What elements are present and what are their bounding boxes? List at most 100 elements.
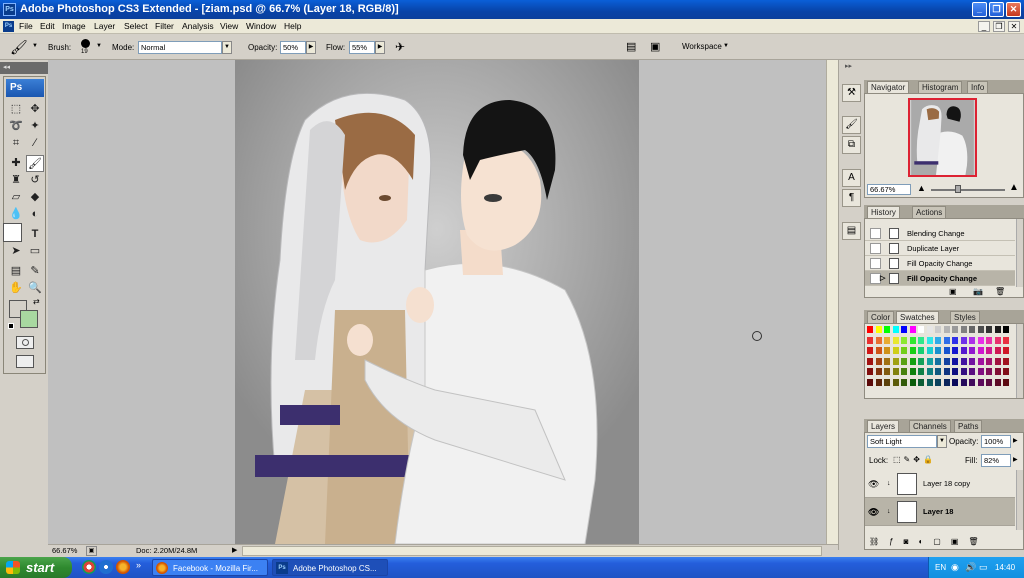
color-swatch[interactable] — [900, 367, 908, 376]
color-swatch[interactable] — [908, 335, 917, 345]
chrome-icon[interactable] — [82, 560, 96, 574]
menu-help[interactable]: Help — [284, 19, 301, 34]
color-swatch[interactable] — [891, 356, 900, 366]
color-swatch[interactable] — [985, 335, 993, 345]
color-swatch[interactable] — [883, 335, 891, 345]
tab-color[interactable]: Color — [867, 311, 895, 323]
color-swatch[interactable] — [1002, 377, 1010, 387]
color-swatch[interactable] — [1002, 367, 1010, 376]
color-swatch[interactable] — [874, 377, 883, 387]
lock-options-icons[interactable]: ⬚✎✥🔒 — [893, 455, 936, 464]
flow-slider-icon[interactable]: ▶ — [375, 41, 385, 54]
opacity-slider-icon[interactable]: ▶ — [306, 41, 316, 54]
shape-tool-icon[interactable]: ▭ — [26, 243, 44, 260]
mode-select[interactable]: Normal — [138, 41, 222, 54]
layer-row-selected[interactable]: 👁 ↓ Layer 18 — [865, 498, 1015, 526]
opacity-field[interactable]: 50% — [280, 41, 306, 54]
color-swatch[interactable] — [891, 346, 900, 355]
color-swatch[interactable] — [976, 346, 985, 355]
tab-layers[interactable]: Layers — [867, 420, 900, 432]
color-swatch[interactable] — [1002, 346, 1010, 355]
chevron-down-icon[interactable]: ▼ — [32, 43, 38, 49]
brushes-icon[interactable]: 🖌 — [842, 116, 861, 134]
color-swatch[interactable] — [917, 367, 925, 376]
crop-tool-icon[interactable]: ⌗ — [7, 135, 25, 152]
firefox-icon[interactable] — [116, 560, 130, 574]
color-swatch[interactable] — [925, 377, 934, 387]
color-swatch[interactable] — [993, 335, 1002, 345]
tool-presets-icon[interactable]: ⚒ — [842, 84, 861, 102]
color-swatch[interactable] — [934, 377, 942, 387]
fill-field[interactable]: 82% — [981, 454, 1011, 467]
menu-filter[interactable]: Filter — [155, 19, 174, 34]
color-swatch[interactable] — [1002, 335, 1010, 345]
color-swatch[interactable] — [883, 367, 891, 376]
menu-file[interactable]: File — [19, 19, 33, 34]
color-swatch[interactable] — [934, 356, 942, 366]
history-item[interactable]: Fill Opacity Change — [865, 256, 1015, 271]
color-swatch[interactable] — [883, 356, 891, 366]
brush-tool-icon[interactable]: 🖌 — [26, 155, 44, 172]
history-scrollbar[interactable] — [1016, 219, 1023, 287]
move-tool-icon[interactable]: ✥ — [26, 101, 44, 118]
clock[interactable]: 14:40 — [995, 557, 1015, 578]
swatch-grid[interactable] — [866, 325, 1011, 389]
doc-restore-button[interactable]: ❐ — [993, 21, 1005, 32]
toolbox-header[interactable]: ◂◂ — [0, 62, 49, 74]
path-selection-tool-icon[interactable]: ➤ — [7, 243, 25, 260]
workspace-chevron-icon[interactable]: ▼ — [723, 43, 729, 49]
quick-launch-expand-icon[interactable]: » — [136, 560, 141, 570]
color-swatch[interactable] — [993, 356, 1002, 366]
color-swatch[interactable] — [976, 367, 985, 376]
doc-close-button[interactable]: ✕ — [1008, 21, 1020, 32]
color-swatch[interactable] — [866, 377, 874, 387]
tab-history[interactable]: History — [867, 206, 900, 218]
color-swatch[interactable] — [891, 325, 900, 334]
swap-colors-icon[interactable]: ⇄ — [33, 297, 40, 306]
layer-comps-icon[interactable]: ▤ — [842, 222, 861, 240]
brush-picker-chevron-icon[interactable]: ▼ — [96, 43, 102, 49]
color-swatch[interactable] — [976, 356, 985, 366]
blur-tool-icon[interactable]: 💧 — [7, 206, 25, 223]
menu-layer[interactable]: Layer — [94, 19, 115, 34]
menu-image[interactable]: Image — [62, 19, 86, 34]
color-swatch[interactable] — [968, 335, 976, 345]
character-icon[interactable]: A — [842, 169, 861, 187]
doc-minimize-button[interactable]: _ — [978, 21, 990, 32]
layer-row[interactable]: 👁 ↓ Layer 18 copy — [865, 470, 1015, 498]
color-swatch[interactable] — [993, 377, 1002, 387]
minimize-button[interactable]: _ — [972, 2, 987, 17]
history-item[interactable]: Blending Change — [865, 226, 1015, 241]
tab-histogram[interactable]: Histogram — [918, 81, 963, 93]
brush-preset-icon[interactable]: 🖌 — [10, 39, 28, 56]
color-swatch[interactable] — [925, 335, 934, 345]
color-swatch[interactable] — [942, 325, 951, 334]
tab-swatches[interactable]: Swatches — [896, 311, 939, 323]
color-swatch[interactable] — [900, 325, 908, 334]
color-swatch[interactable] — [951, 367, 959, 376]
foreground-color-chip[interactable] — [3, 223, 22, 242]
color-swatch[interactable] — [934, 325, 942, 334]
color-swatch[interactable] — [1002, 356, 1010, 366]
color-swatch[interactable] — [866, 356, 874, 366]
mode-dropdown-icon[interactable]: ▼ — [222, 41, 232, 54]
color-swatch[interactable] — [934, 346, 942, 355]
horizontal-scrollbar[interactable] — [242, 546, 822, 556]
slice-tool-icon[interactable]: ∕ — [26, 135, 44, 152]
color-swatch[interactable] — [891, 335, 900, 345]
color-swatch[interactable] — [917, 346, 925, 355]
layers-scrollbar[interactable] — [1016, 470, 1023, 530]
color-swatch[interactable] — [908, 325, 917, 334]
tab-styles[interactable]: Styles — [950, 311, 980, 323]
airbrush-icon[interactable]: ✈ — [395, 40, 405, 54]
color-swatch[interactable] — [925, 367, 934, 376]
eye-icon[interactable]: 👁 — [868, 478, 879, 490]
color-swatch[interactable] — [951, 325, 959, 334]
clone-stamp-tool-icon[interactable]: ♜ — [7, 172, 25, 189]
color-swatch[interactable] — [951, 356, 959, 366]
color-swatch[interactable] — [900, 346, 908, 355]
color-swatch[interactable] — [891, 367, 900, 376]
color-swatch[interactable] — [874, 367, 883, 376]
color-swatch[interactable] — [874, 325, 883, 334]
color-swatch[interactable] — [866, 335, 874, 345]
